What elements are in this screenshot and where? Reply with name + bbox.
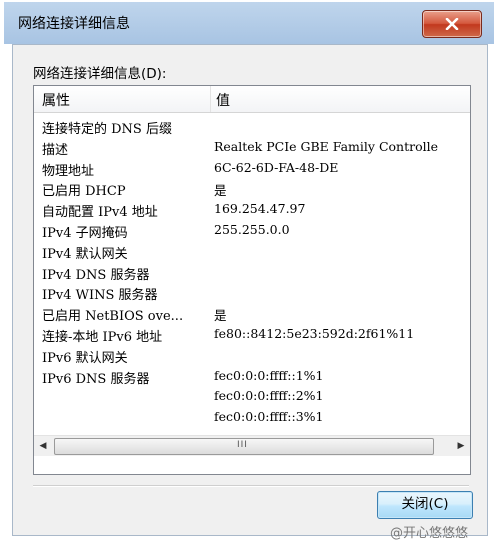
list-rows: 连接特定的 DNS 后缀 描述 Realtek PCIe GBE Family Co… xyxy=(34,116,470,430)
dialog-body: 网络连接详细信息(D): 属性 值 连接特定的 DNS 后缀 描述 Realtek … xyxy=(12,44,488,536)
row-value: 是 xyxy=(214,308,227,324)
scrollbar-grip-icon: III xyxy=(237,440,248,450)
table-row[interactable]: fec0:0:0:ffff::3%1 xyxy=(34,407,470,428)
row-property: IPv6 默认网关 xyxy=(42,350,128,366)
row-property: 物理地址 xyxy=(42,163,95,179)
table-row[interactable]: 自动配置 IPv4 地址 169.254.47.97 xyxy=(34,199,470,220)
column-header-value-label[interactable]: 值 xyxy=(216,90,230,110)
row-property: 连接特定的 DNS 后缀 xyxy=(42,122,172,137)
details-label: 网络连接详细信息(D): xyxy=(33,66,167,82)
row-value: 6C-62-6D-FA-48-DE xyxy=(214,159,339,175)
table-row[interactable]: 连接-本地 IPv6 地址 fe80::8412:5e23:592d:2f61%1… xyxy=(34,324,470,345)
table-row[interactable]: IPv4 WINS 服务器 xyxy=(34,282,470,303)
row-value: fec0:0:0:ffff::2%1 xyxy=(214,388,324,404)
row-value: Realtek PCIe GBE Family Controlle xyxy=(214,138,438,154)
table-row[interactable]: 已启用 DHCP 是 xyxy=(34,178,470,199)
table-row[interactable]: 描述 Realtek PCIe GBE Family Controlle xyxy=(34,137,470,158)
table-row[interactable]: IPv4 DNS 服务器 xyxy=(34,262,470,283)
scroll-right-icon: ▶ xyxy=(457,441,465,451)
window-title: 网络连接详细信息 xyxy=(18,16,130,32)
row-property: IPv4 默认网关 xyxy=(42,246,128,262)
table-row[interactable]: IPv4 子网掩码 255.255.0.0 xyxy=(34,220,470,241)
title-bar[interactable]: 网络连接详细信息 xyxy=(4,2,494,44)
row-value: fec0:0:0:ffff::1%1 xyxy=(214,367,324,383)
row-value: fec0:0:0:ffff::3%1 xyxy=(214,409,324,425)
scroll-left-icon: ◀ xyxy=(39,441,47,451)
details-list[interactable]: 属性 值 连接特定的 DNS 后缀 描述 Realtek PCIe GBE Fami… xyxy=(33,85,471,475)
divider xyxy=(33,485,469,487)
scroll-right-button[interactable]: ▶ xyxy=(452,436,470,456)
row-value: 是 xyxy=(214,183,227,199)
window-close-button[interactable] xyxy=(422,10,482,38)
column-header-property[interactable]: 属性 xyxy=(34,86,211,112)
column-header-property-label: 属性 xyxy=(42,93,70,109)
row-property: 自动配置 IPv4 地址 xyxy=(42,205,158,221)
row-value: 255.255.0.0 xyxy=(214,221,290,237)
row-property: IPv4 DNS 服务器 xyxy=(42,267,150,283)
table-row[interactable]: 已启用 NetBIOS ove... 是 xyxy=(34,303,470,324)
close-button[interactable]: 关闭(C) xyxy=(377,491,473,519)
row-property: IPv4 WINS 服务器 xyxy=(42,288,158,304)
watermark-text: @开心悠悠悠 xyxy=(390,526,469,541)
list-header: 属性 值 xyxy=(34,86,470,113)
watermark: @开心悠悠悠 xyxy=(390,522,468,541)
horizontal-scrollbar[interactable]: ◀ III ▶ xyxy=(34,435,470,456)
row-property: 连接-本地 IPv6 地址 xyxy=(42,329,163,345)
row-value: 169.254.47.97 xyxy=(214,201,306,217)
row-property: 已启用 DHCP xyxy=(42,184,126,200)
row-property: 已启用 NetBIOS ove... xyxy=(42,309,184,325)
row-property: 描述 xyxy=(42,142,69,158)
table-row[interactable]: IPv4 默认网关 xyxy=(34,241,470,262)
table-row[interactable]: IPv6 默认网关 xyxy=(34,345,470,366)
table-row[interactable]: 连接特定的 DNS 后缀 xyxy=(34,116,470,137)
table-row[interactable]: fec0:0:0:ffff::2%1 xyxy=(34,386,470,407)
row-property: IPv4 子网掩码 xyxy=(42,225,128,241)
table-row[interactable]: IPv6 DNS 服务器 fec0:0:0:ffff::1%1 xyxy=(34,366,470,387)
scrollbar-thumb[interactable]: III xyxy=(54,438,434,455)
table-row[interactable]: 物理地址 6C-62-6D-FA-48-DE xyxy=(34,158,470,179)
row-value: fe80::8412:5e23:592d:2f61%11 xyxy=(214,325,415,341)
close-icon xyxy=(445,18,459,30)
row-property: IPv6 DNS 服务器 xyxy=(42,371,150,387)
scroll-left-button[interactable]: ◀ xyxy=(34,436,52,456)
dialog-window: 网络连接详细信息 网络连接详细信息(D): 属性 值 连接特定的 DNS 后缀描… xyxy=(4,2,494,542)
